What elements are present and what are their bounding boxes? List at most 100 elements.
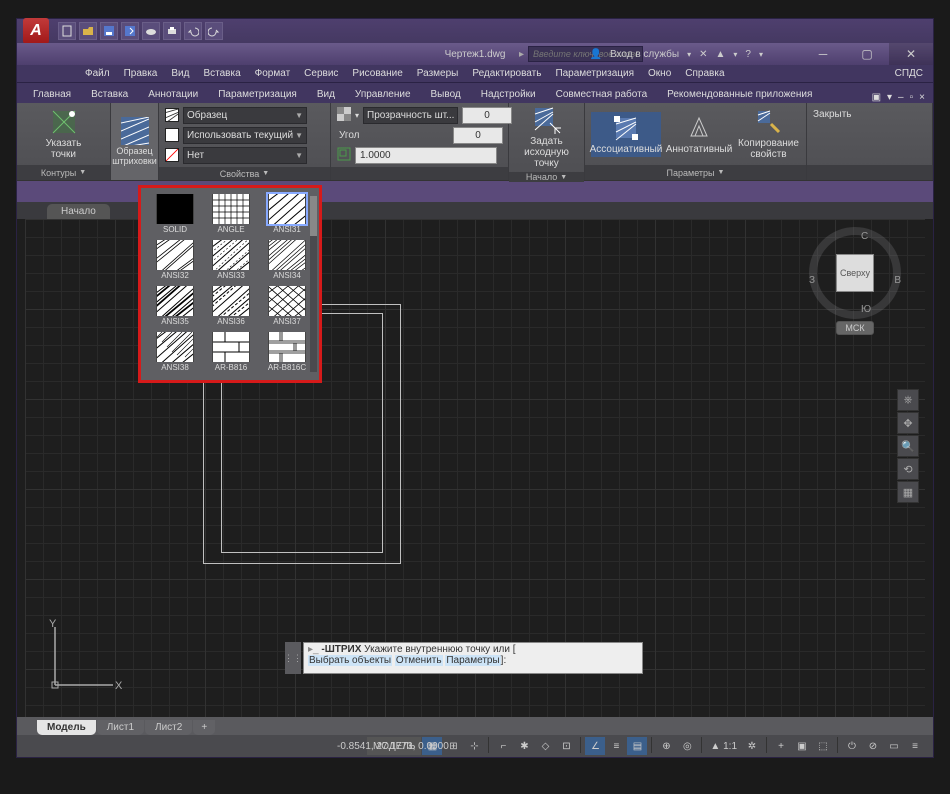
- help-icon[interactable]: ?: [745, 49, 751, 60]
- status-ws-icon[interactable]: +: [771, 737, 791, 755]
- menu-view[interactable]: Вид: [171, 68, 189, 79]
- qat-cloud-icon[interactable]: [142, 22, 160, 40]
- hatch-pattern-ansi35[interactable]: ANSI35: [149, 286, 201, 326]
- panel-title-origin[interactable]: Начало▼: [509, 172, 584, 182]
- viewcube[interactable]: Сверху С Ю З В МСК: [805, 227, 905, 347]
- tab-home[interactable]: Главная: [23, 86, 81, 103]
- layout-tab-sheet1[interactable]: Лист1: [97, 720, 144, 735]
- menu-file[interactable]: Файл: [85, 68, 110, 79]
- tab-parametric[interactable]: Параметризация: [208, 86, 307, 103]
- status-clean-icon[interactable]: ▭: [884, 737, 904, 755]
- qat-saveas-icon[interactable]: [121, 22, 139, 40]
- pattern-type-combo[interactable]: Образец▼: [183, 107, 307, 124]
- tab-view[interactable]: Вид: [307, 86, 345, 103]
- transparency-input[interactable]: [462, 107, 512, 124]
- hatch-pattern-ar-b816[interactable]: AR-B816: [205, 332, 257, 372]
- status-polar-icon[interactable]: ✱: [514, 737, 534, 755]
- nav-zoom-icon[interactable]: 🔍: [897, 435, 919, 457]
- nav-orbit-icon[interactable]: ⟲: [897, 458, 919, 480]
- menu-modify[interactable]: Редактировать: [472, 68, 541, 79]
- menu-window[interactable]: Окно: [648, 68, 671, 79]
- status-iso2-icon[interactable]: ⊘: [863, 737, 883, 755]
- hatch-pattern-ansi33[interactable]: ANSI33: [205, 240, 257, 280]
- tab-output[interactable]: Вывод: [421, 86, 471, 103]
- hatch-pattern-solid[interactable]: SOLID: [149, 194, 201, 234]
- status-units-icon[interactable]: ⬚: [813, 737, 833, 755]
- menu-draw[interactable]: Рисование: [352, 68, 402, 79]
- nav-showmotion-icon[interactable]: ▦: [897, 481, 919, 503]
- tab-insert[interactable]: Вставка: [81, 86, 138, 103]
- angle-input[interactable]: [453, 127, 503, 144]
- hatch-pattern-ansi36[interactable]: ANSI36: [205, 286, 257, 326]
- ribbon-x-icon[interactable]: ×: [919, 92, 925, 103]
- command-line[interactable]: ▸_ -ШТРИХ Укажите внутреннюю точку или […: [303, 642, 643, 674]
- hatch-pattern-ansi37[interactable]: ANSI37: [261, 286, 313, 326]
- layout-tab-sheet2[interactable]: Лист2: [145, 720, 192, 735]
- panel-title-boundaries[interactable]: Контуры▼: [17, 165, 110, 180]
- scale-input[interactable]: [355, 147, 497, 164]
- panel-title-options[interactable]: Параметры▼: [585, 165, 806, 180]
- cmd-opt-settings[interactable]: Параметры: [445, 655, 500, 666]
- viewcube-wcs[interactable]: МСК: [836, 321, 873, 335]
- hatch-pattern-ansi38[interactable]: ANSI38: [149, 332, 201, 372]
- associative-button[interactable]: Ассоциативный: [591, 112, 661, 157]
- menu-help[interactable]: Справка: [685, 68, 724, 79]
- status-ortho-icon[interactable]: ⌐: [493, 737, 513, 755]
- qat-save-icon[interactable]: [100, 22, 118, 40]
- qat-new-icon[interactable]: [58, 22, 76, 40]
- status-osnap-icon[interactable]: ⊡: [556, 737, 576, 755]
- annotative-button[interactable]: Аннотативный: [667, 114, 731, 155]
- status-lwt-icon[interactable]: ≡: [606, 737, 626, 755]
- hatch-pattern-ansi31[interactable]: ANSI31: [261, 194, 313, 234]
- tab-collab[interactable]: Совместная работа: [546, 86, 658, 103]
- status-iso-icon[interactable]: ◇: [535, 737, 555, 755]
- status-cycle-icon[interactable]: ⊕: [656, 737, 676, 755]
- tab-apps[interactable]: Рекомендованные приложения: [657, 86, 822, 103]
- nav-steering-icon[interactable]: ⎈: [897, 389, 919, 411]
- color-combo[interactable]: Использовать текущий▼: [183, 127, 307, 144]
- menu-dimensions[interactable]: Размеры: [417, 68, 459, 79]
- hatch-pattern-ansi34[interactable]: ANSI34: [261, 240, 313, 280]
- nav-pan-icon[interactable]: ✥: [897, 412, 919, 434]
- status-scale-icon[interactable]: ▲ 1:1: [706, 737, 741, 755]
- panel-title-props[interactable]: Свойства▼: [159, 167, 330, 180]
- status-gear-icon[interactable]: ✲: [742, 737, 762, 755]
- menu-parametric[interactable]: Параметризация: [555, 68, 634, 79]
- status-infer-icon[interactable]: ⊹: [464, 737, 484, 755]
- layout-tab-model[interactable]: Модель: [37, 720, 96, 735]
- layout-tab-add[interactable]: +: [193, 720, 215, 735]
- cmd-handle-icon[interactable]: ⋮⋮: [285, 642, 301, 674]
- qat-open-icon[interactable]: [79, 22, 97, 40]
- ribbon-expand-icon[interactable]: ▣: [872, 92, 881, 103]
- status-qp-icon[interactable]: ▣: [792, 737, 812, 755]
- app-logo[interactable]: A: [23, 18, 49, 44]
- status-otrack-icon[interactable]: ∠: [585, 737, 605, 755]
- ribbon-restore-icon[interactable]: –: [898, 92, 904, 103]
- login-link[interactable]: Вход в службы: [610, 49, 679, 60]
- ribbon-min-icon[interactable]: ▾: [887, 92, 892, 103]
- viewcube-face[interactable]: Сверху: [836, 254, 874, 292]
- background-combo[interactable]: Нет▼: [183, 147, 307, 164]
- qat-redo-icon[interactable]: [205, 22, 223, 40]
- tab-manage[interactable]: Управление: [345, 86, 421, 103]
- tab-start[interactable]: Начало: [47, 204, 110, 219]
- menu-tools[interactable]: Сервис: [304, 68, 338, 79]
- cmd-opt-select[interactable]: Выбрать объекты: [308, 655, 392, 666]
- exchange2-icon[interactable]: ▲: [716, 49, 726, 60]
- status-hw-icon[interactable]: ⏻: [842, 737, 862, 755]
- menu-insert[interactable]: Вставка: [203, 68, 240, 79]
- hatch-pattern-button[interactable]: Образец штриховки: [113, 117, 157, 167]
- cmd-opt-undo[interactable]: Отменить: [395, 655, 443, 666]
- user-icon[interactable]: 👤: [589, 49, 601, 60]
- menu-format[interactable]: Формат: [255, 68, 291, 79]
- match-props-button[interactable]: Копирование свойств: [737, 108, 800, 160]
- hatch-pattern-ar-b816c[interactable]: AR-B816C: [261, 332, 313, 372]
- maximize-button[interactable]: ▢: [845, 43, 889, 65]
- qat-plot-icon[interactable]: [163, 22, 181, 40]
- ribbon-close-icon[interactable]: ▫: [910, 92, 914, 103]
- minimize-button[interactable]: ─: [801, 43, 845, 65]
- status-annomon-icon[interactable]: ◎: [677, 737, 697, 755]
- exchange-icon[interactable]: ✕: [699, 49, 707, 60]
- tab-annotate[interactable]: Аннотации: [138, 86, 208, 103]
- status-custom-icon[interactable]: ≡: [905, 737, 925, 755]
